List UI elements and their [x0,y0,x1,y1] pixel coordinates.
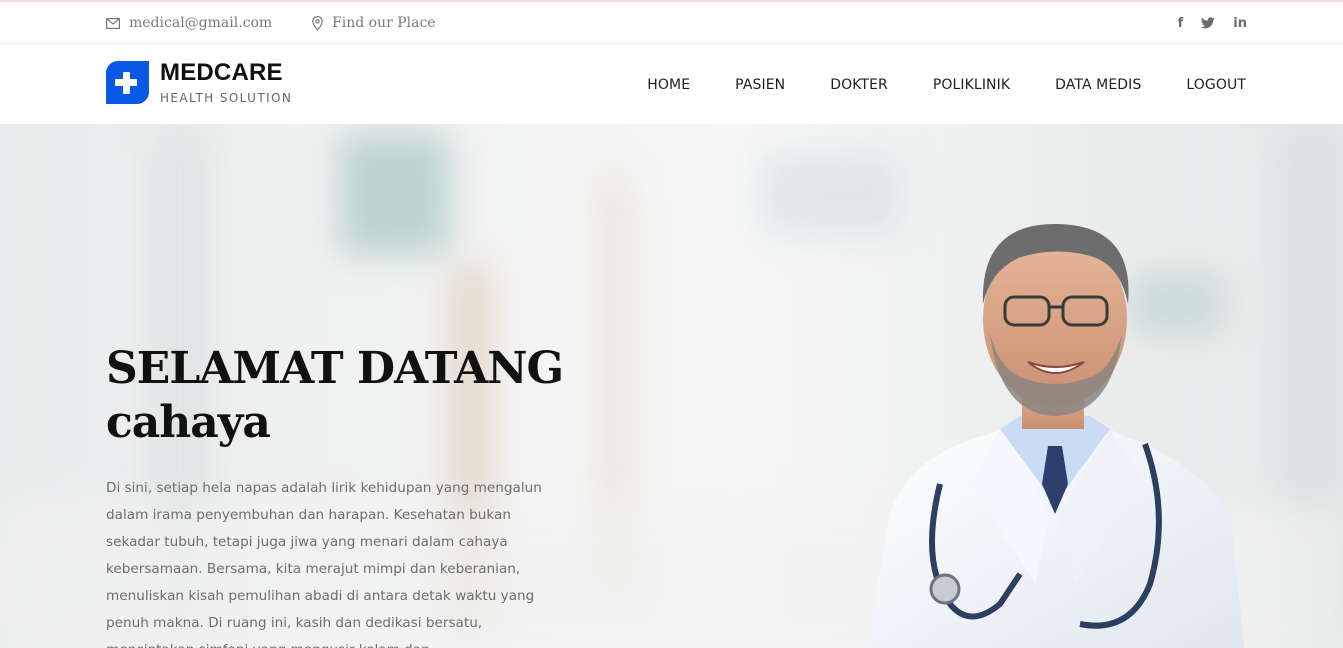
main-header: MEDCARE HEALTH SOLUTION HOME PASIEN DOKT… [0,45,1343,124]
nav-poliklinik[interactable]: POLIKLINIK [933,77,1010,93]
twitter-icon[interactable] [1201,17,1216,29]
hero-title-line2: cahaya [106,397,271,448]
top-bar: medical@gmail.com Find our Place f in [0,2,1343,44]
contact-email[interactable]: medical@gmail.com [106,2,272,44]
brand-logo[interactable]: MEDCARE HEALTH SOLUTION [106,61,292,105]
doctor-image [866,224,1245,648]
brand-subtitle: HEALTH SOLUTION [160,91,293,105]
place-text: Find our Place [332,15,436,31]
hero-description: Di sini, setiap hela napas adalah lirik … [106,480,542,648]
medical-cross-icon [106,61,149,104]
mail-icon [106,17,120,29]
brand-title: MEDCARE [160,59,283,86]
hero-title: SELAMAT DATANG cahaya [106,342,564,450]
nav-data-medis[interactable]: DATA MEDIS [1055,77,1141,93]
facebook-icon[interactable]: f [1178,16,1184,31]
nav-dokter[interactable]: DOKTER [830,77,888,93]
social-links: f in [1178,2,1247,44]
map-pin-icon [312,15,323,31]
nav-logout[interactable]: LOGOUT [1186,77,1246,93]
main-nav: HOME PASIEN DOKTER POLIKLINIK DATA MEDIS… [647,45,1246,124]
hero-title-line1: SELAMAT DATANG [106,343,564,394]
contact-place[interactable]: Find our Place [312,2,436,44]
nav-home[interactable]: HOME [647,77,690,93]
background-blur [340,134,450,254]
linkedin-icon[interactable]: in [1233,16,1247,31]
email-text: medical@gmail.com [129,15,273,31]
brand-text: MEDCARE HEALTH SOLUTION [160,59,293,106]
hero-section: SELAMAT DATANG cahaya Di sini, setiap he… [0,124,1343,648]
nav-pasien[interactable]: PASIEN [735,77,785,93]
